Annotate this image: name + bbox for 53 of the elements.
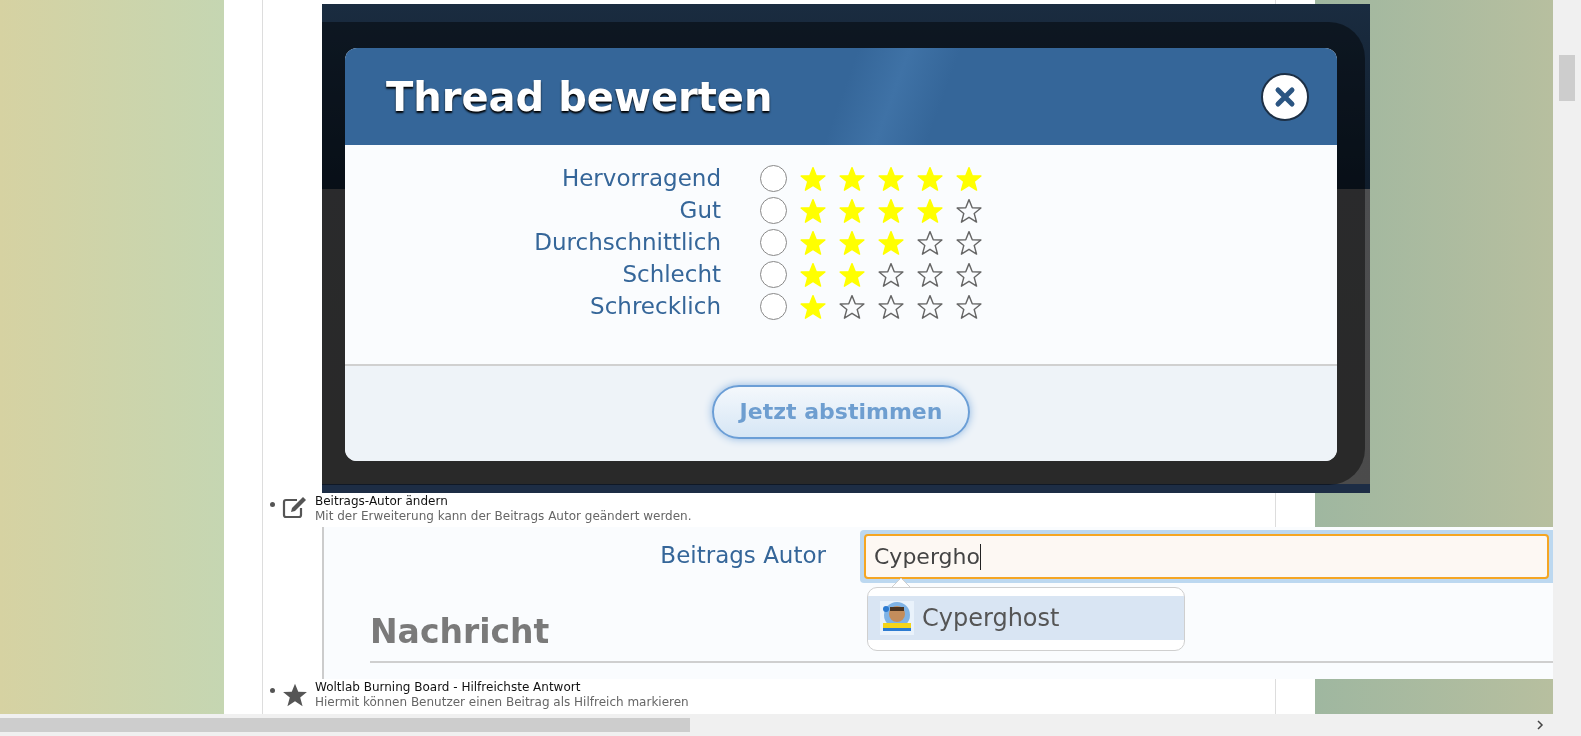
star-icon (917, 261, 943, 288)
rating-label: Gut (678, 196, 721, 226)
star-icon (839, 261, 865, 288)
rating-label: Schrecklich (589, 292, 721, 322)
star-icon (800, 229, 826, 256)
radio-button[interactable] (760, 293, 787, 320)
star-icon (800, 165, 826, 192)
star-icon (839, 165, 865, 192)
star-icon (878, 293, 904, 320)
horizontal-scrollbar[interactable] (0, 714, 1581, 736)
star-icon (282, 682, 308, 708)
star-icon (839, 293, 865, 320)
suggestion-item[interactable]: Cyperghost (868, 596, 1184, 640)
star-icon (956, 197, 982, 224)
rating-label: Durchschnittlich (533, 228, 721, 258)
star-icon (917, 165, 943, 192)
field-label: Beitrags Autor (659, 541, 826, 570)
star-icon (878, 261, 904, 288)
star-icon (917, 197, 943, 224)
star-icon (839, 197, 865, 224)
feature-title: Woltlab Burning Board - Hilfreichste Antwort (315, 680, 582, 695)
star-icon (917, 293, 943, 320)
star-icon (800, 197, 826, 224)
star-icon (956, 293, 982, 320)
edit-icon (281, 496, 309, 520)
section-heading: Nachricht (370, 612, 550, 651)
close-button[interactable] (1261, 72, 1309, 121)
star-icon (800, 293, 826, 320)
star-icon (839, 229, 865, 256)
radio-button[interactable] (760, 261, 787, 288)
radio-button[interactable] (760, 229, 787, 256)
vertical-scrollbar[interactable] (1553, 0, 1581, 714)
author-input[interactable]: Cypergho (860, 530, 1553, 583)
star-icon (878, 165, 904, 192)
star-icon (956, 261, 982, 288)
close-icon (1274, 85, 1296, 108)
feature-description: Hiermit können Benutzer einen Beitrag als Hilfreich markieren (315, 695, 689, 710)
star-icon (878, 197, 904, 224)
bullet-icon (270, 688, 275, 693)
star-icon (800, 261, 826, 288)
bullet-icon (270, 502, 275, 507)
radio-button[interactable] (760, 165, 787, 192)
rating-label: Schlecht (621, 260, 721, 290)
rating-label: Hervorragend (560, 164, 721, 194)
radio-button[interactable] (760, 197, 787, 224)
star-icon (878, 229, 904, 256)
feature-description: Mit der Erweiterung kann der Beitrags Autor geändert werden. (315, 509, 692, 524)
star-icon (956, 165, 982, 192)
feature-title: Beitrags-Autor ändern (315, 494, 449, 509)
chevron-right-icon[interactable] (1535, 720, 1545, 730)
star-icon (956, 229, 982, 256)
star-icon (917, 229, 943, 256)
dialog-title: Thread bewerten (386, 72, 773, 122)
